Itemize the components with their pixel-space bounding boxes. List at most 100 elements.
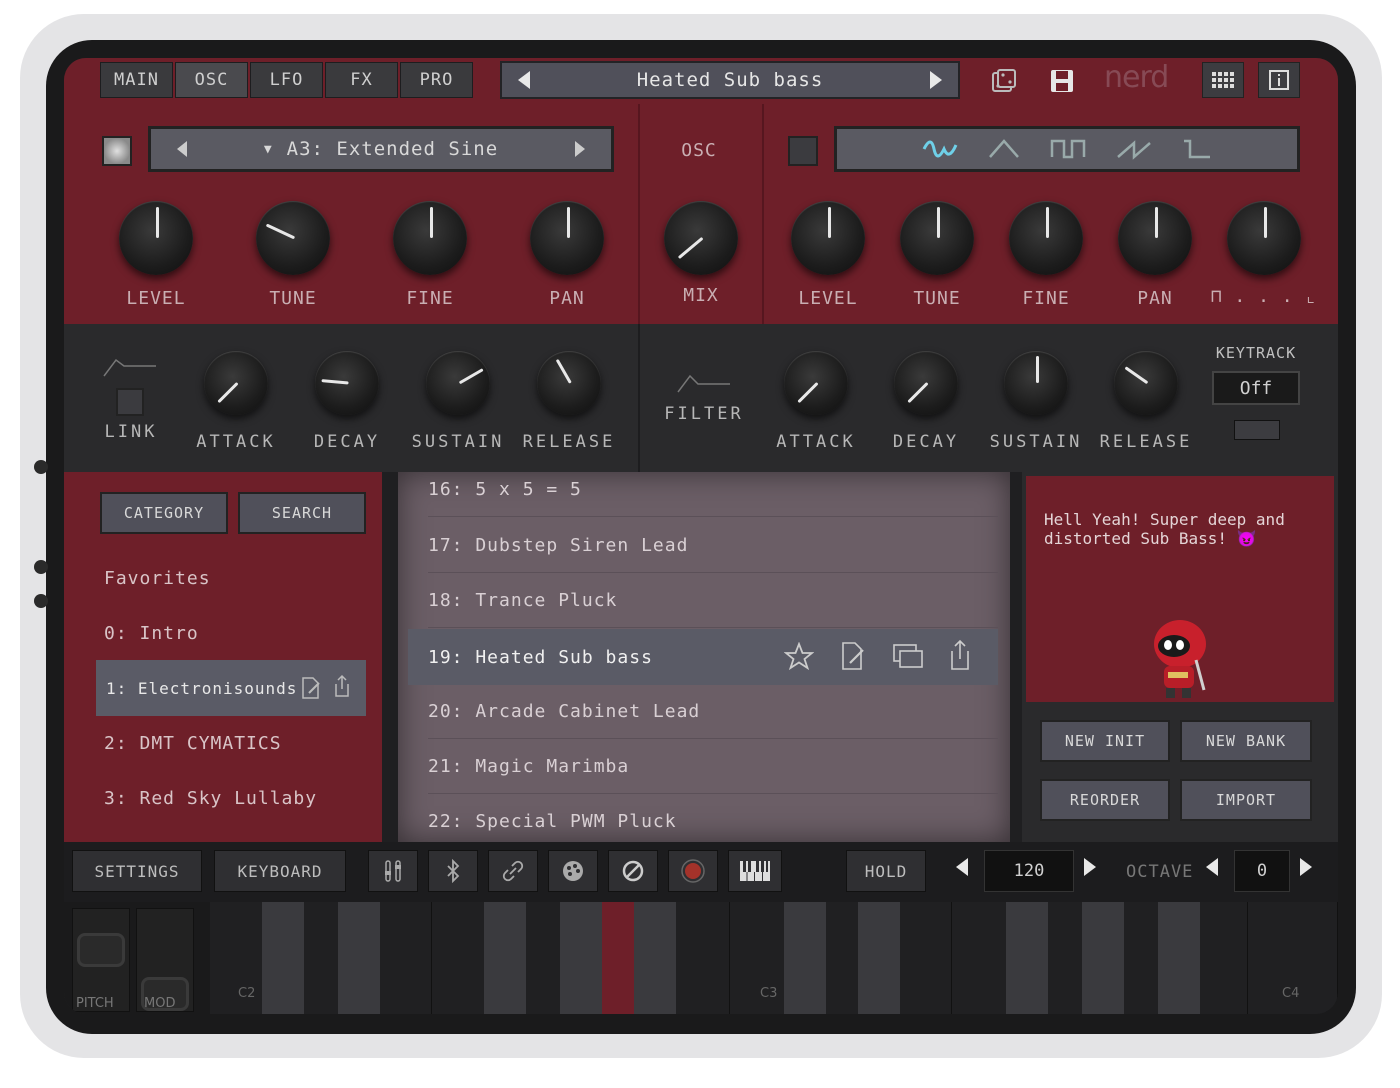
settings-button[interactable]: SETTINGS	[72, 850, 202, 892]
tempo-increase-icon[interactable]	[1084, 858, 1096, 876]
black-key[interactable]	[784, 902, 826, 1014]
sine-wave-icon[interactable]	[922, 137, 958, 161]
keytrack-value[interactable]: Off	[1212, 371, 1300, 405]
amp-attack-knob[interactable]	[204, 351, 268, 415]
category-item[interactable]: 0: Intro	[104, 623, 199, 644]
note-label-c3: C3	[760, 986, 778, 1001]
mixer-icon[interactable]	[368, 850, 418, 892]
previous-preset-icon[interactable]	[518, 71, 530, 89]
palette-icon[interactable]	[548, 850, 598, 892]
new-init-button[interactable]: NEW INIT	[1040, 720, 1170, 762]
octave-increase-icon[interactable]	[1300, 858, 1312, 876]
preset-row[interactable]: 16: 5 x 5 = 5	[428, 472, 998, 517]
preset-row-selected[interactable]: 19: Heated Sub bass	[408, 629, 998, 685]
search-button[interactable]: SEARCH	[238, 492, 366, 534]
black-key[interactable]	[560, 902, 602, 1014]
tempo-decrease-icon[interactable]	[956, 858, 968, 876]
osc2-tune-knob[interactable]	[900, 201, 974, 275]
black-key[interactable]	[634, 902, 676, 1014]
bluetooth-icon[interactable]	[428, 850, 478, 892]
filter-shape-icon	[677, 374, 730, 393]
tempo-value[interactable]: 120	[984, 850, 1074, 892]
randomize-dice-icon[interactable]	[986, 64, 1022, 98]
black-key[interactable]	[1082, 902, 1124, 1014]
category-item[interactable]: Favorites	[104, 568, 211, 589]
osc2-level-knob[interactable]	[791, 201, 865, 275]
link-icon[interactable]	[488, 850, 538, 892]
category-button[interactable]: CATEGORY	[100, 492, 228, 534]
black-key[interactable]	[1006, 902, 1048, 1014]
edit-icon[interactable]	[840, 641, 866, 671]
record-icon[interactable]	[668, 850, 718, 892]
no-entry-icon[interactable]	[608, 850, 658, 892]
pulse-wave-icon[interactable]	[1182, 137, 1212, 161]
hold-button[interactable]: HOLD	[846, 850, 926, 892]
square-wave-icon[interactable]	[1050, 137, 1086, 161]
share-icon[interactable]	[948, 639, 972, 671]
info-icon[interactable]	[1258, 62, 1300, 98]
next-preset-icon[interactable]	[930, 71, 942, 89]
tab-fx[interactable]: FX	[325, 62, 398, 98]
keytrack-toggle[interactable]	[1234, 420, 1280, 440]
osc1-fine-knob[interactable]	[393, 201, 467, 275]
preset-row-label: 19: Heated Sub bass	[428, 646, 653, 668]
osc1-waveform-selector[interactable]: ▼ A3: Extended Sine	[148, 126, 614, 172]
import-button[interactable]: IMPORT	[1180, 779, 1312, 821]
save-icon[interactable]	[1044, 64, 1080, 98]
filter-sustain-knob[interactable]	[1004, 351, 1068, 415]
category-item-selected[interactable]: 1: Electronisounds	[96, 660, 366, 716]
amp-sustain-knob[interactable]	[426, 351, 490, 415]
black-key[interactable]	[262, 902, 304, 1014]
osc1-pan-knob[interactable]	[530, 201, 604, 275]
link-toggle[interactable]	[116, 388, 144, 416]
grid-icon[interactable]	[1202, 62, 1244, 98]
next-waveform-icon[interactable]	[574, 141, 585, 157]
amp-release-knob[interactable]	[537, 351, 601, 415]
osc1-level-knob[interactable]	[119, 201, 193, 275]
black-key-active[interactable]	[602, 902, 636, 1014]
amp-decay-knob[interactable]	[315, 351, 379, 415]
tab-osc[interactable]: OSC	[175, 62, 248, 98]
pitch-wheel-handle[interactable]	[77, 933, 125, 967]
black-key[interactable]	[338, 902, 380, 1014]
osc2-fine-knob[interactable]	[1009, 201, 1083, 275]
preset-row[interactable]: 22: Special PWM Pluck	[428, 794, 998, 842]
reorder-button[interactable]: REORDER	[1040, 779, 1170, 821]
preset-row[interactable]: 20: Arcade Cabinet Lead	[428, 684, 998, 739]
osc2-pulse-width-knob[interactable]	[1227, 201, 1301, 275]
favorite-star-icon[interactable]	[784, 642, 814, 670]
share-icon[interactable]	[332, 674, 352, 698]
category-item[interactable]: 3: Red Sky Lullaby	[104, 788, 317, 809]
category-item[interactable]: 2: DMT CYMATICS	[104, 733, 282, 754]
piano-icon[interactable]	[728, 850, 782, 892]
previous-waveform-icon[interactable]	[177, 141, 187, 157]
octave-value[interactable]: 0	[1234, 850, 1290, 892]
osc-mix-knob[interactable]	[664, 201, 738, 275]
new-bank-button[interactable]: NEW BANK	[1180, 720, 1312, 762]
osc1-enable-toggle[interactable]	[102, 136, 132, 166]
filter-release-knob[interactable]	[1114, 351, 1178, 415]
preset-name[interactable]: Heated Sub bass	[637, 69, 824, 91]
filter-decay-knob[interactable]	[894, 351, 958, 415]
black-key[interactable]	[1158, 902, 1200, 1014]
preset-row[interactable]: 18: Trance Pluck	[428, 573, 998, 628]
black-key[interactable]	[858, 902, 900, 1014]
tab-lfo[interactable]: LFO	[250, 62, 323, 98]
triangle-wave-icon[interactable]	[988, 137, 1020, 161]
preset-row[interactable]: 17: Dubstep Siren Lead	[428, 518, 998, 573]
black-key[interactable]	[484, 902, 526, 1014]
saw-wave-icon[interactable]	[1116, 137, 1152, 161]
top-bar: MAIN OSC LFO FX PRO Heated Sub bass nerd	[64, 58, 1338, 104]
tab-main[interactable]: MAIN	[100, 62, 173, 98]
preset-selector: Heated Sub bass	[500, 61, 960, 99]
edit-icon[interactable]	[300, 676, 322, 700]
duplicate-icon[interactable]	[892, 643, 924, 669]
osc2-pan-knob[interactable]	[1118, 201, 1192, 275]
osc1-tune-knob[interactable]	[256, 201, 330, 275]
octave-decrease-icon[interactable]	[1206, 858, 1218, 876]
preset-row[interactable]: 21: Magic Marimba	[428, 739, 998, 794]
keyboard-button[interactable]: KEYBOARD	[214, 850, 346, 892]
tab-pro[interactable]: PRO	[400, 62, 473, 98]
filter-attack-knob[interactable]	[784, 351, 848, 415]
osc2-enable-toggle[interactable]	[788, 136, 818, 166]
